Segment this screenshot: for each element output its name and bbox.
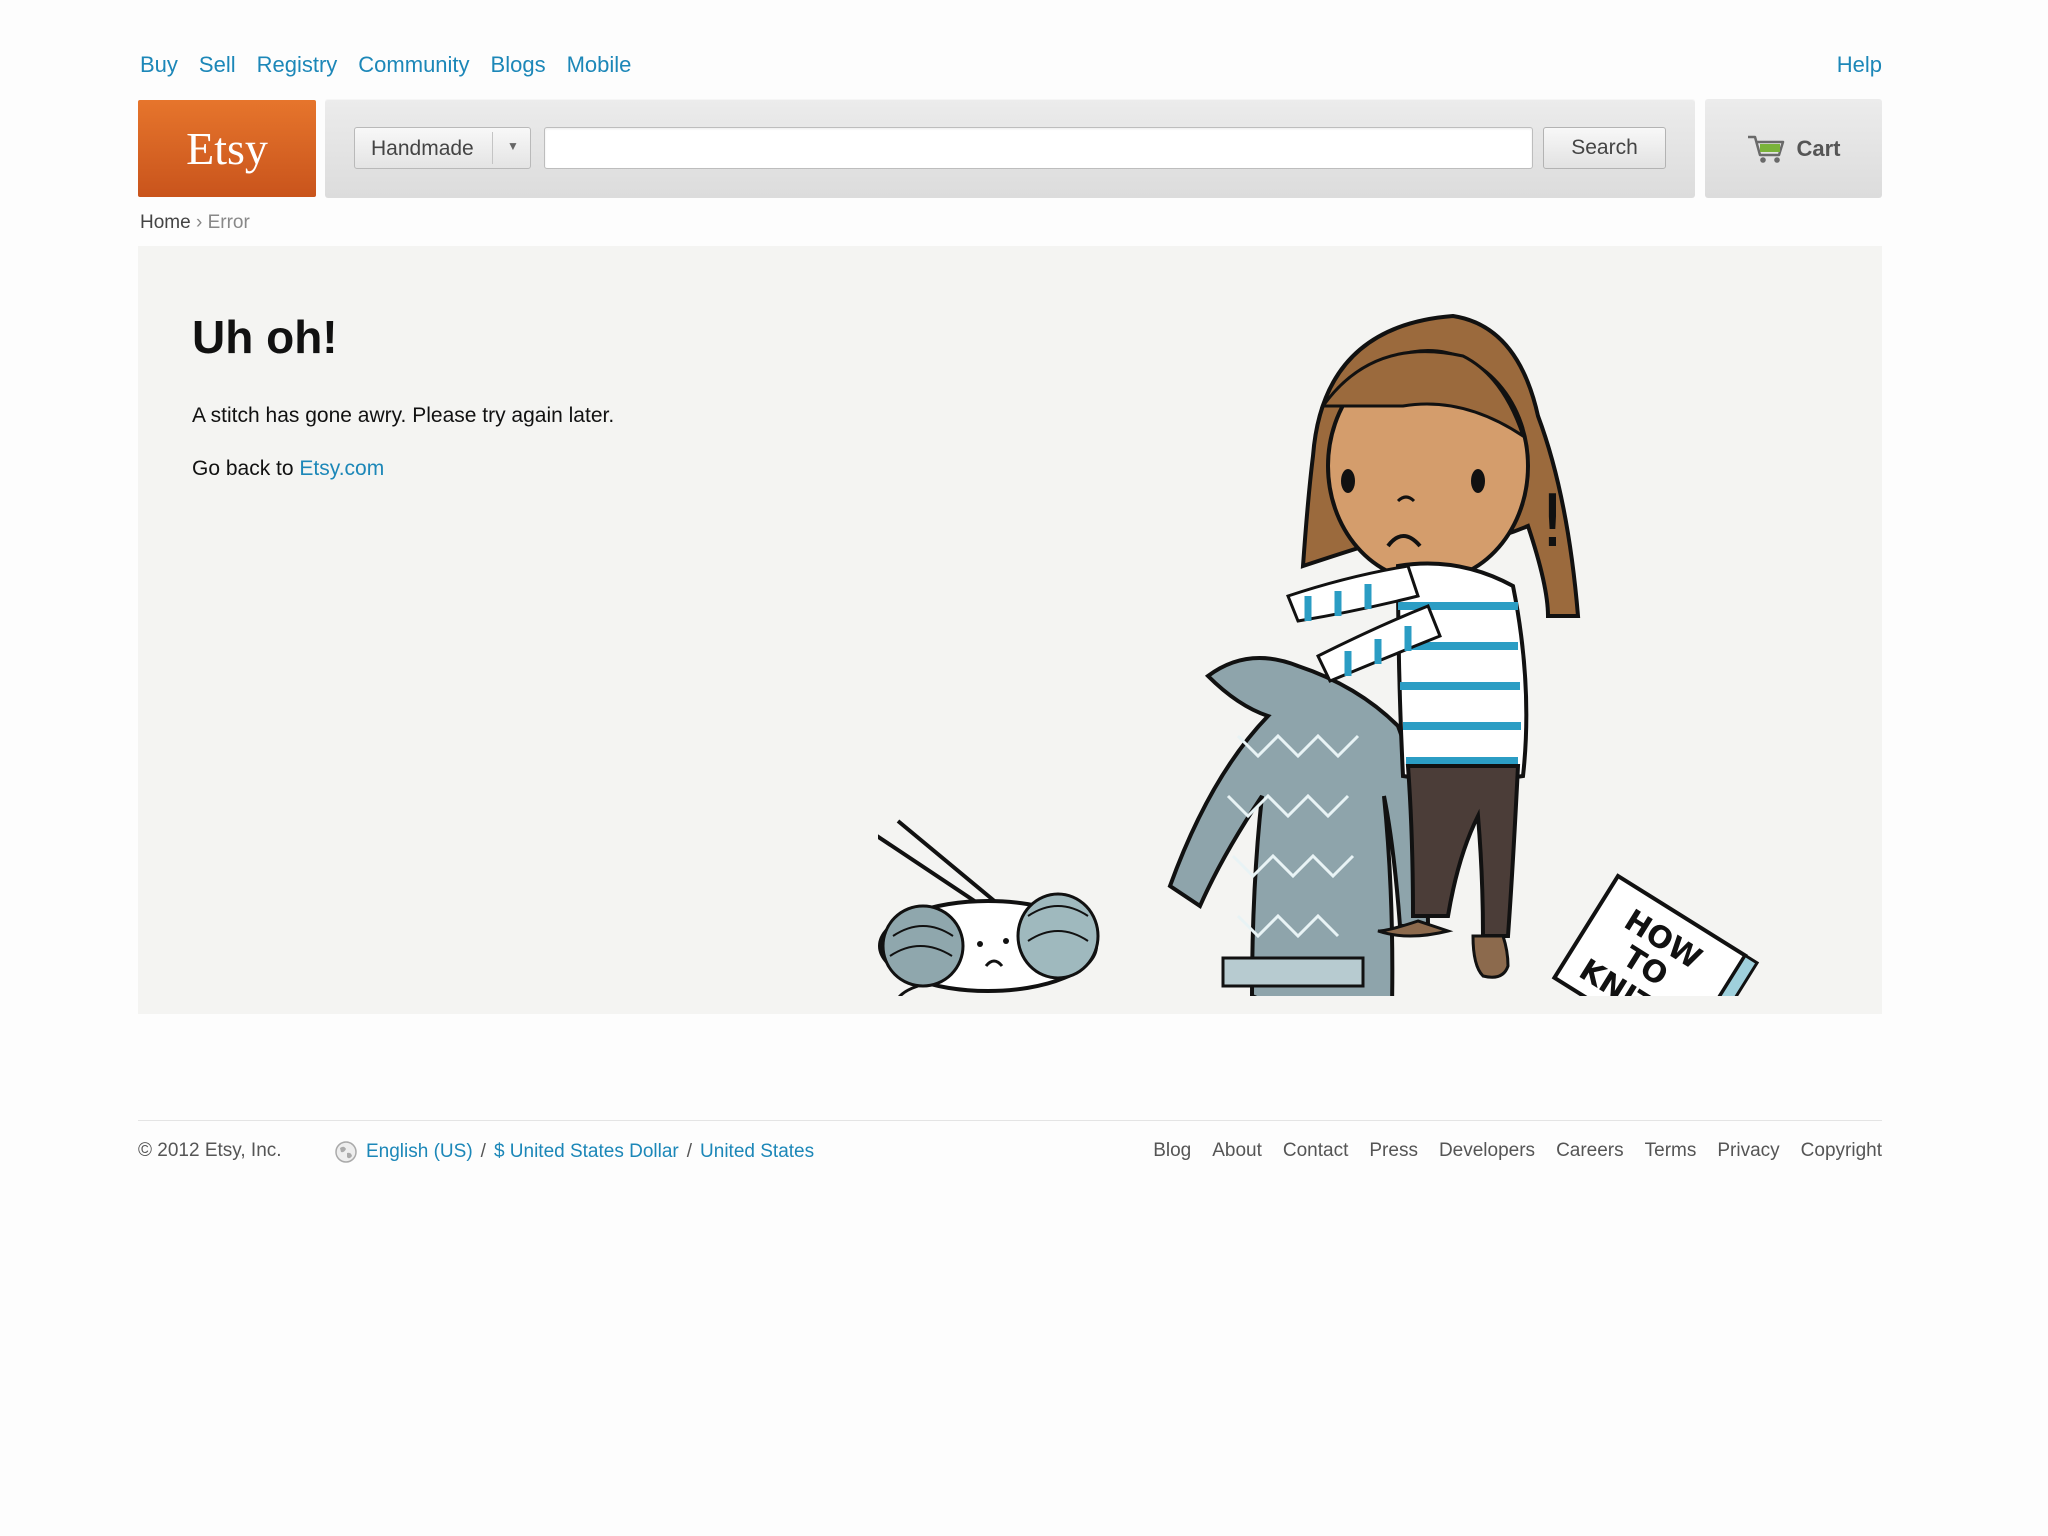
knitting-girl-illustration: ! HOW TO KNIT: [878, 313, 1760, 996]
footer-link-developers[interactable]: Developers: [1439, 1140, 1535, 1162]
copyright-text: © 2012 Etsy, Inc.: [138, 1140, 282, 1161]
footer-link-contact[interactable]: Contact: [1283, 1140, 1348, 1162]
go-back-text: Go back to: [192, 457, 294, 480]
shopping-cart-icon: [1748, 135, 1785, 163]
primary-nav: Buy Sell Registry Community Blogs Mobile: [140, 52, 631, 78]
footer-link-blog[interactable]: Blog: [1153, 1140, 1191, 1162]
footer-link-about[interactable]: About: [1212, 1140, 1262, 1162]
error-panel: Uh oh! A stitch has gone awry. Please tr…: [138, 246, 1882, 1014]
locale-separator: /: [686, 1141, 693, 1162]
language-link[interactable]: English (US): [366, 1141, 473, 1163]
etsy-home-link[interactable]: Etsy.com: [299, 457, 384, 480]
nav-sell[interactable]: Sell: [199, 52, 236, 78]
globe-icon: [335, 1141, 357, 1163]
yarn-ball-icon: [878, 819, 1100, 996]
nav-registry[interactable]: Registry: [257, 52, 338, 78]
footer-link-careers[interactable]: Careers: [1556, 1140, 1624, 1162]
locale-settings: English (US) / $ United States Dollar / …: [334, 1140, 814, 1164]
error-message: A stitch has gone awry. Please try again…: [192, 404, 615, 427]
nav-buy[interactable]: Buy: [140, 52, 178, 78]
footer-link-terms[interactable]: Terms: [1645, 1140, 1697, 1162]
breadcrumb-current: Error: [207, 212, 250, 233]
footer-divider: [138, 1120, 1882, 1121]
footer-link-press[interactable]: Press: [1369, 1140, 1418, 1162]
footer-link-privacy[interactable]: Privacy: [1717, 1140, 1779, 1162]
go-back-line: Go back to Etsy.com: [192, 457, 384, 481]
sweater-icon: [1167, 656, 1431, 996]
error-title: Uh oh!: [192, 311, 338, 363]
etsy-logo[interactable]: Etsy: [138, 100, 316, 197]
locale-separator: /: [480, 1141, 486, 1162]
cart-button[interactable]: Cart: [1705, 99, 1882, 198]
search-input[interactable]: [544, 127, 1533, 169]
top-navigation: Buy Sell Registry Community Blogs Mobile…: [140, 52, 1882, 82]
dropdown-divider: [492, 132, 493, 164]
category-dropdown[interactable]: Handmade ▼: [354, 127, 531, 169]
cart-label: Cart: [1796, 135, 1841, 161]
nav-blogs[interactable]: Blogs: [491, 52, 546, 78]
breadcrumb: Home › Error: [140, 212, 250, 234]
search-bar: Handmade ▼ Search: [325, 99, 1695, 198]
how-to-knit-book-icon: HOW TO KNIT: [1551, 873, 1760, 996]
currency-link[interactable]: $ United States Dollar: [494, 1141, 679, 1163]
nav-mobile[interactable]: Mobile: [567, 52, 632, 78]
breadcrumb-separator: ›: [195, 212, 203, 233]
category-label: Handmade: [371, 137, 474, 160]
region-link[interactable]: United States: [700, 1141, 814, 1163]
exclamation-mark: !: [1538, 479, 1567, 563]
footer-link-copyright[interactable]: Copyright: [1801, 1140, 1882, 1162]
nav-community[interactable]: Community: [358, 52, 469, 78]
nav-help[interactable]: Help: [1837, 52, 1882, 77]
footer: © 2012 Etsy, Inc. English (US) / $ Unite…: [138, 1140, 1882, 1170]
chevron-down-icon: ▼: [507, 139, 519, 153]
breadcrumb-home[interactable]: Home: [140, 212, 191, 233]
footer-links: Blog About Contact Press Developers Care…: [1153, 1140, 1882, 1162]
search-button[interactable]: Search: [1543, 127, 1666, 169]
